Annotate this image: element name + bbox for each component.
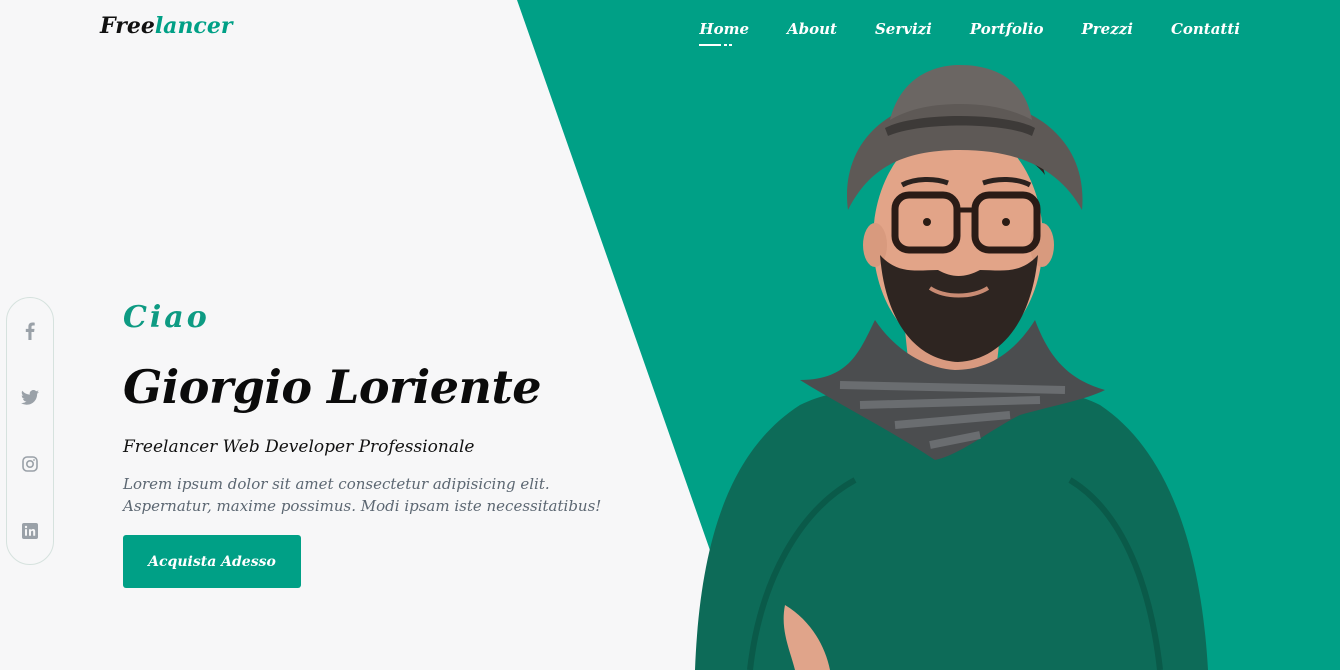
nav-link-portfolio[interactable]: Portfolio	[970, 20, 1044, 46]
buy-now-button[interactable]: Acquista Adesso	[123, 535, 301, 588]
nav-link-about[interactable]: About	[787, 20, 837, 46]
hero-section: Ciao Giorgio Loriente Freelancer Web Dev…	[123, 300, 643, 588]
facebook-icon[interactable]	[21, 322, 39, 341]
hero-greeting: Ciao	[123, 300, 210, 335]
twitter-icon[interactable]	[21, 389, 39, 407]
instagram-icon[interactable]	[21, 455, 39, 473]
social-links-bar	[6, 297, 54, 565]
nav-link-home[interactable]: Home	[699, 20, 749, 46]
hero-name: Giorgio Loriente	[123, 360, 541, 414]
nav-link-prezzi[interactable]: Prezzi	[1081, 20, 1132, 46]
logo-text-part1: Free	[100, 13, 155, 39]
portrait-image	[695, 65, 1208, 670]
nav-link-servizi[interactable]: Servizi	[875, 20, 932, 46]
linkedin-icon[interactable]	[21, 522, 39, 540]
logo-text-part2: lancer	[154, 13, 233, 39]
main-navigation: Home About Servizi Portfolio Prezzi Cont…	[699, 20, 1240, 46]
site-logo[interactable]: Freelancer	[100, 13, 232, 39]
hero-role: Freelancer Web Developer Professionale	[123, 437, 475, 457]
hero-description: Lorem ipsum dolor sit amet consectetur a…	[123, 475, 602, 515]
nav-link-contatti[interactable]: Contatti	[1171, 20, 1240, 46]
